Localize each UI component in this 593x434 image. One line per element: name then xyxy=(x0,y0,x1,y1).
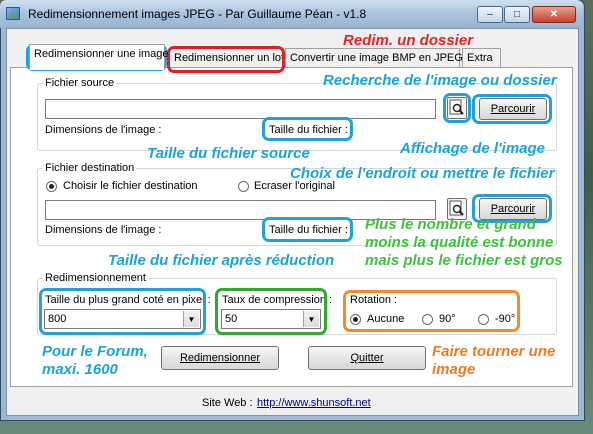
annotation-qualite-1: Plus le nombre et grand xyxy=(365,216,536,233)
destination-dims-label: Dimensions de l'image : xyxy=(45,224,162,236)
max-side-select[interactable]: 800 ▼ xyxy=(44,309,201,329)
choose-destination-label: Choisir le fichier destination xyxy=(63,180,198,192)
source-browse-button[interactable]: Parcourir xyxy=(479,98,547,120)
title-bar[interactable]: Redimensionnement images JPEG - Par Guil… xyxy=(0,0,583,28)
annotation-forum-2: maxi. 1600 xyxy=(42,361,118,378)
rotation-minus90-label: -90° xyxy=(495,313,516,325)
max-side-label: Taille du plus grand coté en pixel : xyxy=(45,294,211,306)
resize-button[interactable]: Redimensionner xyxy=(161,346,279,370)
source-legend: Fichier source xyxy=(43,77,117,89)
annotation-taille-source: Taille du fichier source xyxy=(147,145,310,162)
chevron-down-icon[interactable]: ▼ xyxy=(183,311,199,327)
source-browse-label: Parcourir xyxy=(490,103,536,115)
annotation-forum-1: Pour le Forum, xyxy=(42,343,148,360)
rotation-90-label: 90° xyxy=(439,313,456,325)
app-icon xyxy=(6,7,20,20)
overwrite-radio[interactable] xyxy=(238,181,249,192)
max-side-value: 800 xyxy=(48,313,67,325)
compression-label: Taux de compression : xyxy=(222,294,333,306)
annotation-qualite-2: moins la qualité est bonne xyxy=(365,234,554,251)
annotation-affichage: Affichage de l'image xyxy=(400,140,545,157)
window-title: Redimensionnement images JPEG - Par Guil… xyxy=(28,7,367,21)
source-dims-label: Dimensions de l'image : xyxy=(45,124,162,136)
tab-redimensionner-image[interactable]: Redimensionner une image xyxy=(29,44,169,70)
site-link[interactable]: http://www.shunsoft.net xyxy=(257,397,371,409)
annotation-taille-apres: Taille du fichier après réduction xyxy=(108,252,335,269)
compression-select[interactable]: 50 ▼ xyxy=(221,309,321,329)
tab-extra[interactable]: Extra xyxy=(462,48,501,68)
magnifier-icon xyxy=(449,99,464,115)
source-size-label: Taille du fichier : xyxy=(269,124,348,136)
resize-button-label: Redimensionner xyxy=(179,352,261,364)
rotation-minus90-radio[interactable] xyxy=(478,314,489,325)
destination-legend: Fichier destination xyxy=(43,162,137,174)
annotation-tourner-1: Faire tourner une xyxy=(432,343,556,360)
annotation-recherche: Recherche de l'image ou dossier xyxy=(323,72,557,89)
destination-browse-label: Parcourir xyxy=(490,203,536,215)
quit-button-label: Quitter xyxy=(350,352,384,364)
source-preview-button[interactable] xyxy=(447,97,467,119)
tab-redimensionner-lot[interactable]: Redimensionner un lot xyxy=(169,48,284,68)
annotation-redim-dossier: Redim. un dossier xyxy=(343,32,474,49)
minimize-button[interactable]: – xyxy=(477,6,503,23)
annotation-tourner-2: image xyxy=(432,361,476,378)
destination-size-label: Taille du fichier : xyxy=(269,224,348,236)
maximize-button[interactable]: □ xyxy=(504,6,530,23)
annotation-choix-endroit: Choix de l'endroit ou mettre le fichier xyxy=(290,165,555,182)
rotation-90-radio[interactable] xyxy=(422,314,433,325)
quit-button[interactable]: Quitter xyxy=(308,346,426,370)
rotation-none-label: Aucune xyxy=(367,313,405,325)
compression-value: 50 xyxy=(225,313,238,325)
site-label: Site Web : xyxy=(202,397,253,409)
chevron-down-icon[interactable]: ▼ xyxy=(303,311,319,327)
tab-convertir-bmp[interactable]: Convertir une image BMP en JPEG xyxy=(285,48,463,68)
rotation-label: Rotation : xyxy=(350,294,398,306)
rotation-none-radio[interactable] xyxy=(350,314,361,325)
annotation-qualite-3: mais plus le fichier est gros xyxy=(365,252,563,269)
source-path-input[interactable] xyxy=(45,99,436,119)
resize-legend: Redimensionnement xyxy=(43,272,148,284)
choose-destination-radio[interactable] xyxy=(46,181,57,192)
close-button[interactable]: ✕ xyxy=(532,6,576,23)
